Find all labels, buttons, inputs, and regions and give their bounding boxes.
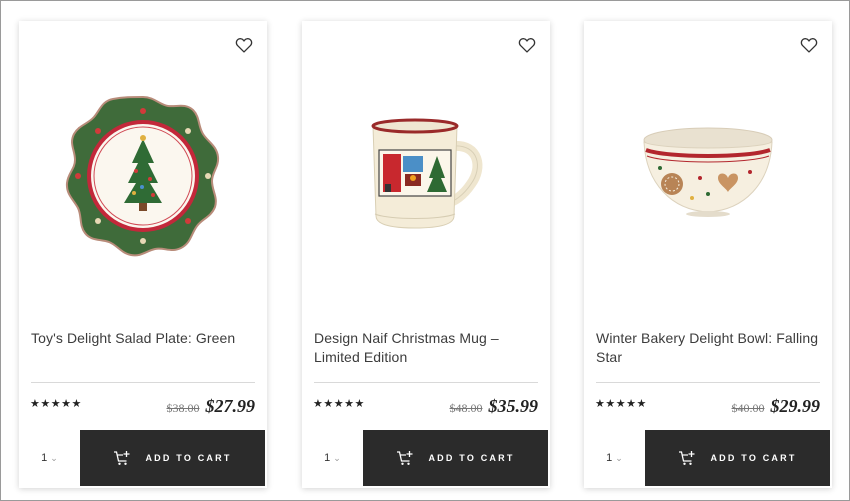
sale-price: $29.99 — [770, 396, 821, 416]
heart-icon[interactable] — [518, 37, 536, 53]
add-to-cart-label: ADD TO CART — [428, 453, 515, 463]
heart-icon[interactable] — [800, 37, 818, 53]
bowl-image — [643, 127, 773, 217]
chevron-down-icon: ⌄ — [333, 452, 341, 463]
cart-add-icon — [114, 451, 130, 465]
divider — [31, 382, 255, 383]
product-image[interactable] — [19, 56, 267, 296]
sale-price: $35.99 — [488, 396, 539, 416]
cart-add-icon — [679, 451, 695, 465]
product-title[interactable]: Design Naif Christmas Mug – Limited Edit… — [314, 329, 542, 367]
chevron-down-icon: ⌄ — [615, 452, 623, 463]
product-image[interactable] — [302, 56, 550, 296]
heart-icon[interactable] — [235, 37, 253, 53]
add-to-cart-button[interactable]: ADD TO CART — [363, 430, 548, 486]
original-price: $38.00 — [166, 401, 200, 415]
add-to-cart-button[interactable]: ADD TO CART — [80, 430, 265, 486]
price-block: $40.00 $29.99 — [732, 396, 821, 417]
quantity-select[interactable]: 1 ⌄ — [584, 430, 645, 486]
star-rating: ★★★★★ — [313, 398, 365, 410]
mug-image — [371, 118, 483, 229]
original-price: $48.00 — [449, 401, 483, 415]
price-block: $38.00 $27.99 — [167, 396, 256, 417]
price-block: $48.00 $35.99 — [450, 396, 539, 417]
add-to-cart-button[interactable]: ADD TO CART — [645, 430, 830, 486]
product-card: Toy's Delight Salad Plate: Green ★★★★★ $… — [19, 21, 267, 488]
quantity-value: 1 — [41, 452, 48, 464]
divider — [314, 382, 538, 383]
cart-add-icon — [397, 451, 413, 465]
star-rating: ★★★★★ — [595, 398, 647, 410]
add-to-cart-label: ADD TO CART — [710, 453, 797, 463]
quantity-value: 1 — [324, 452, 331, 464]
product-card: Winter Bakery Delight Bowl: Falling Star… — [584, 21, 832, 488]
divider — [596, 382, 820, 383]
product-card: Design Naif Christmas Mug – Limited Edit… — [302, 21, 550, 488]
chevron-down-icon: ⌄ — [50, 452, 58, 463]
plate-image — [65, 95, 220, 257]
original-price: $40.00 — [731, 401, 765, 415]
product-image[interactable] — [584, 56, 832, 296]
quantity-select[interactable]: 1 ⌄ — [19, 430, 80, 486]
product-title[interactable]: Winter Bakery Delight Bowl: Falling Star — [596, 329, 824, 367]
product-title[interactable]: Toy's Delight Salad Plate: Green — [31, 329, 259, 348]
add-to-cart-label: ADD TO CART — [145, 453, 232, 463]
sale-price: $27.99 — [205, 396, 256, 416]
quantity-value: 1 — [606, 452, 613, 464]
star-rating: ★★★★★ — [30, 398, 82, 410]
quantity-select[interactable]: 1 ⌄ — [302, 430, 363, 486]
